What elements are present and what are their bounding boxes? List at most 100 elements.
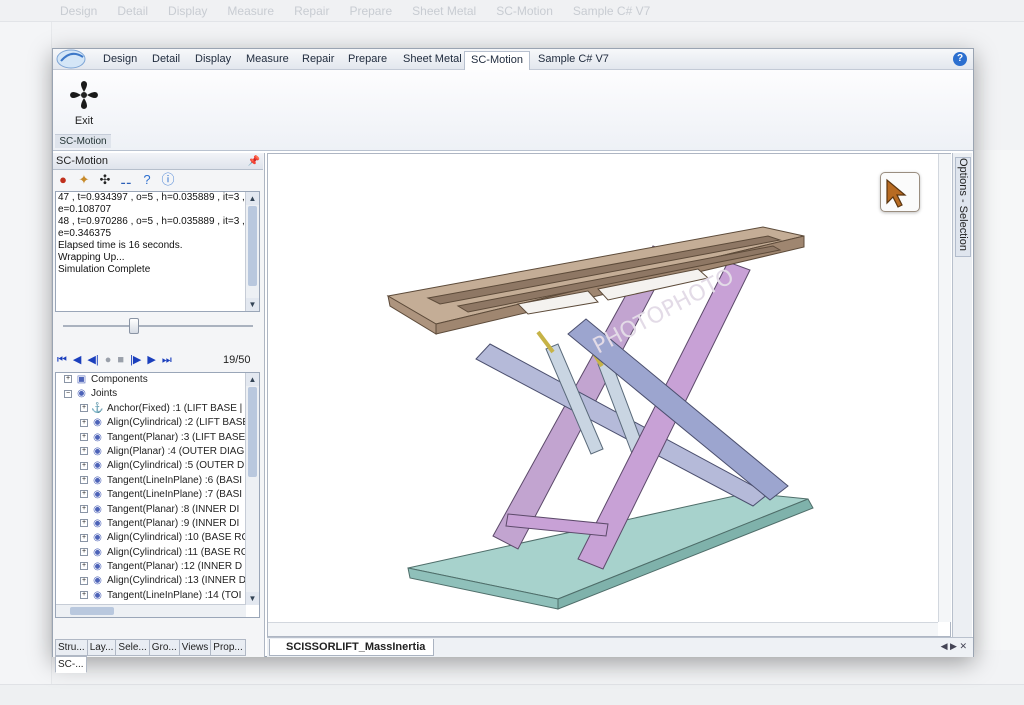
expand-icon[interactable]: +: [64, 375, 72, 384]
panel-tab[interactable]: Views: [178, 639, 212, 656]
panel-tab[interactable]: Lay...: [86, 639, 117, 656]
tree-node[interactable]: + ⚓ Anchor(Fixed) :1 (LIFT BASE |: [56, 402, 259, 416]
3d-viewport[interactable]: PHOTOPHOTO: [267, 153, 951, 637]
tab-nav-icons[interactable]: ◀ ▶ ✕: [941, 641, 967, 652]
timeline-slider-knob[interactable]: [129, 318, 139, 334]
tab-sc-motion[interactable]: SC-Motion: [464, 51, 530, 70]
run-icon[interactable]: ●: [55, 172, 71, 188]
timeline-slider-track[interactable]: [63, 325, 253, 327]
tree-node[interactable]: + ◉ Tangent(Planar) :8 (INNER DI: [56, 503, 259, 517]
tab-repair[interactable]: Repair: [296, 51, 340, 70]
exit-button[interactable]: Exit: [57, 74, 111, 127]
expand-icon[interactable]: +: [80, 533, 88, 542]
fan-small-icon[interactable]: ✣: [97, 172, 113, 188]
tree-node[interactable]: + ◉ Align(Cylindrical) :5 (OUTER D: [56, 459, 259, 473]
tab-sample-csharp[interactable]: Sample C# V7: [532, 51, 615, 70]
expand-icon[interactable]: +: [80, 576, 88, 585]
background-panel: [0, 22, 52, 702]
panel-tab[interactable]: Sele...: [115, 639, 150, 656]
scroll-down-icon[interactable]: ▼: [246, 592, 259, 605]
stop-icon[interactable]: ■: [117, 353, 124, 367]
log-line: Simulation Complete: [58, 264, 151, 275]
tab-measure[interactable]: Measure: [240, 51, 295, 70]
joint-icon: ◉: [93, 517, 102, 529]
tab-prepare[interactable]: Prepare: [342, 51, 393, 70]
tree-node[interactable]: + ◉ Align(Cylindrical) :11 (BASE RC: [56, 546, 259, 560]
tree-scrollbar[interactable]: ▲ ▼: [245, 373, 259, 605]
tab-sheet-metal[interactable]: Sheet Metal: [397, 51, 468, 70]
last-frame-icon[interactable]: ⏭: [162, 353, 172, 367]
expand-icon[interactable]: +: [80, 562, 88, 571]
panel-tab[interactable]: Gro...: [148, 639, 180, 656]
background-tab: Detail: [117, 4, 149, 18]
scroll-thumb[interactable]: [248, 387, 257, 477]
tree-node[interactable]: + ◉ Tangent(LineInPlane) :14 (TOI: [56, 589, 259, 603]
help-icon[interactable]: ?: [953, 52, 967, 66]
scroll-up-icon[interactable]: ▲: [246, 192, 259, 205]
first-frame-icon[interactable]: ⏮: [57, 353, 67, 367]
play-icon[interactable]: ▶: [147, 353, 155, 367]
tree-node[interactable]: + ◉ Tangent(LineInPlane) :7 (BASI: [56, 488, 259, 502]
tree-node[interactable]: + ◉ Tangent(Planar) :3 (LIFT BASE: [56, 431, 259, 445]
log-scrollbar[interactable]: ▲ ▼: [245, 192, 259, 311]
scroll-down-icon[interactable]: ▼: [246, 298, 259, 311]
viewport-vscrollbar[interactable]: [938, 154, 951, 622]
info-icon[interactable]: ⓘ: [160, 172, 176, 188]
ribbon-tabbar: Design Detail Display Measure Repair Pre…: [53, 49, 973, 70]
tree-node[interactable]: + ◉ Tangent(Planar) :9 (INNER DI: [56, 517, 259, 531]
joint-icon: ◉: [93, 589, 102, 601]
tree-node[interactable]: + ◉ Tangent(LineInPlane) :6 (BASI: [56, 474, 259, 488]
tree-node[interactable]: − ◉ Joints: [56, 387, 259, 401]
background-tabbar: Design Detail Display Measure Repair Prepare S…: [0, 0, 1024, 22]
scroll-up-icon[interactable]: ▲: [246, 373, 259, 386]
options-selection-tab[interactable]: Options - Selection: [955, 157, 971, 257]
rewind-icon[interactable]: ◀: [73, 353, 81, 367]
expand-icon[interactable]: +: [80, 461, 88, 470]
tree-node[interactable]: + ◉ Align(Cylindrical) :2 (LIFT BASE: [56, 416, 259, 430]
record-icon[interactable]: ●: [105, 353, 112, 367]
help-small-icon[interactable]: ?: [139, 172, 155, 188]
joint-icon: ◉: [93, 532, 102, 544]
expand-icon[interactable]: +: [80, 418, 88, 427]
expand-icon[interactable]: +: [80, 591, 88, 600]
tab-detail[interactable]: Detail: [146, 51, 186, 70]
tree-node[interactable]: + ▣ Components: [56, 373, 259, 387]
tab-design[interactable]: Design: [97, 51, 143, 70]
tree-node-label: Tangent(LineInPlane) :7 (BASI: [107, 489, 243, 501]
pin-icon[interactable]: 📌: [248, 154, 260, 170]
select-tool-button[interactable]: [880, 172, 920, 212]
tree-node[interactable]: + ◉ Tangent(Planar) :12 (INNER D: [56, 560, 259, 574]
document-tab[interactable]: SCISSORLIFT_MassInertia: [269, 639, 435, 656]
log-line: Elapsed time is 16 seconds.: [58, 240, 183, 251]
document-tabbar: SCISSORLIFT_MassInertia ◀ ▶ ✕: [267, 637, 973, 657]
tree-node[interactable]: + ◉ Align(Planar) :4 (OUTER DIAG: [56, 445, 259, 459]
background-tab: Display: [168, 4, 208, 18]
expand-icon[interactable]: +: [80, 476, 88, 485]
structure-tree[interactable]: + ▣ Components − ◉ Joints + ⚓ Anchor(Fixed) :1 (…: [55, 372, 260, 618]
graph-icon[interactable]: ⚋: [118, 172, 134, 188]
tree-node-label: Align(Cylindrical) :5 (OUTER D: [107, 460, 245, 472]
scroll-thumb[interactable]: [248, 206, 257, 286]
panel-tab[interactable]: Stru...: [55, 639, 88, 656]
expand-icon[interactable]: +: [80, 404, 88, 413]
expand-icon[interactable]: +: [80, 490, 88, 499]
expand-icon[interactable]: −: [64, 389, 72, 398]
expand-icon[interactable]: +: [80, 548, 88, 557]
panel-tab[interactable]: Prop...: [210, 639, 246, 656]
expand-icon[interactable]: +: [80, 432, 88, 441]
tab-display[interactable]: Display: [189, 51, 237, 70]
step-forward-icon[interactable]: |▶: [130, 353, 141, 367]
viewport-hscrollbar[interactable]: [268, 622, 938, 636]
expand-icon[interactable]: +: [80, 504, 88, 513]
tree-node[interactable]: + ◉ Align(Cylindrical) :13 (INNER D: [56, 574, 259, 588]
step-back-icon[interactable]: ◀|: [87, 353, 98, 367]
tree-hscrollbar[interactable]: [56, 604, 246, 617]
panel-tab[interactable]: SC-...: [55, 656, 87, 673]
tree-node[interactable]: + ◉ Align(Cylindrical) :10 (BASE RC: [56, 531, 259, 545]
simulation-log[interactable]: 47 , t=0.934397 , o=5 , h=0.035889 , it=…: [55, 191, 260, 312]
anchor-icon: ⚓: [91, 402, 104, 414]
settings-icon[interactable]: ✦: [76, 172, 92, 188]
hscroll-thumb[interactable]: [70, 607, 114, 615]
expand-icon[interactable]: +: [80, 447, 88, 456]
expand-icon[interactable]: +: [80, 519, 88, 528]
